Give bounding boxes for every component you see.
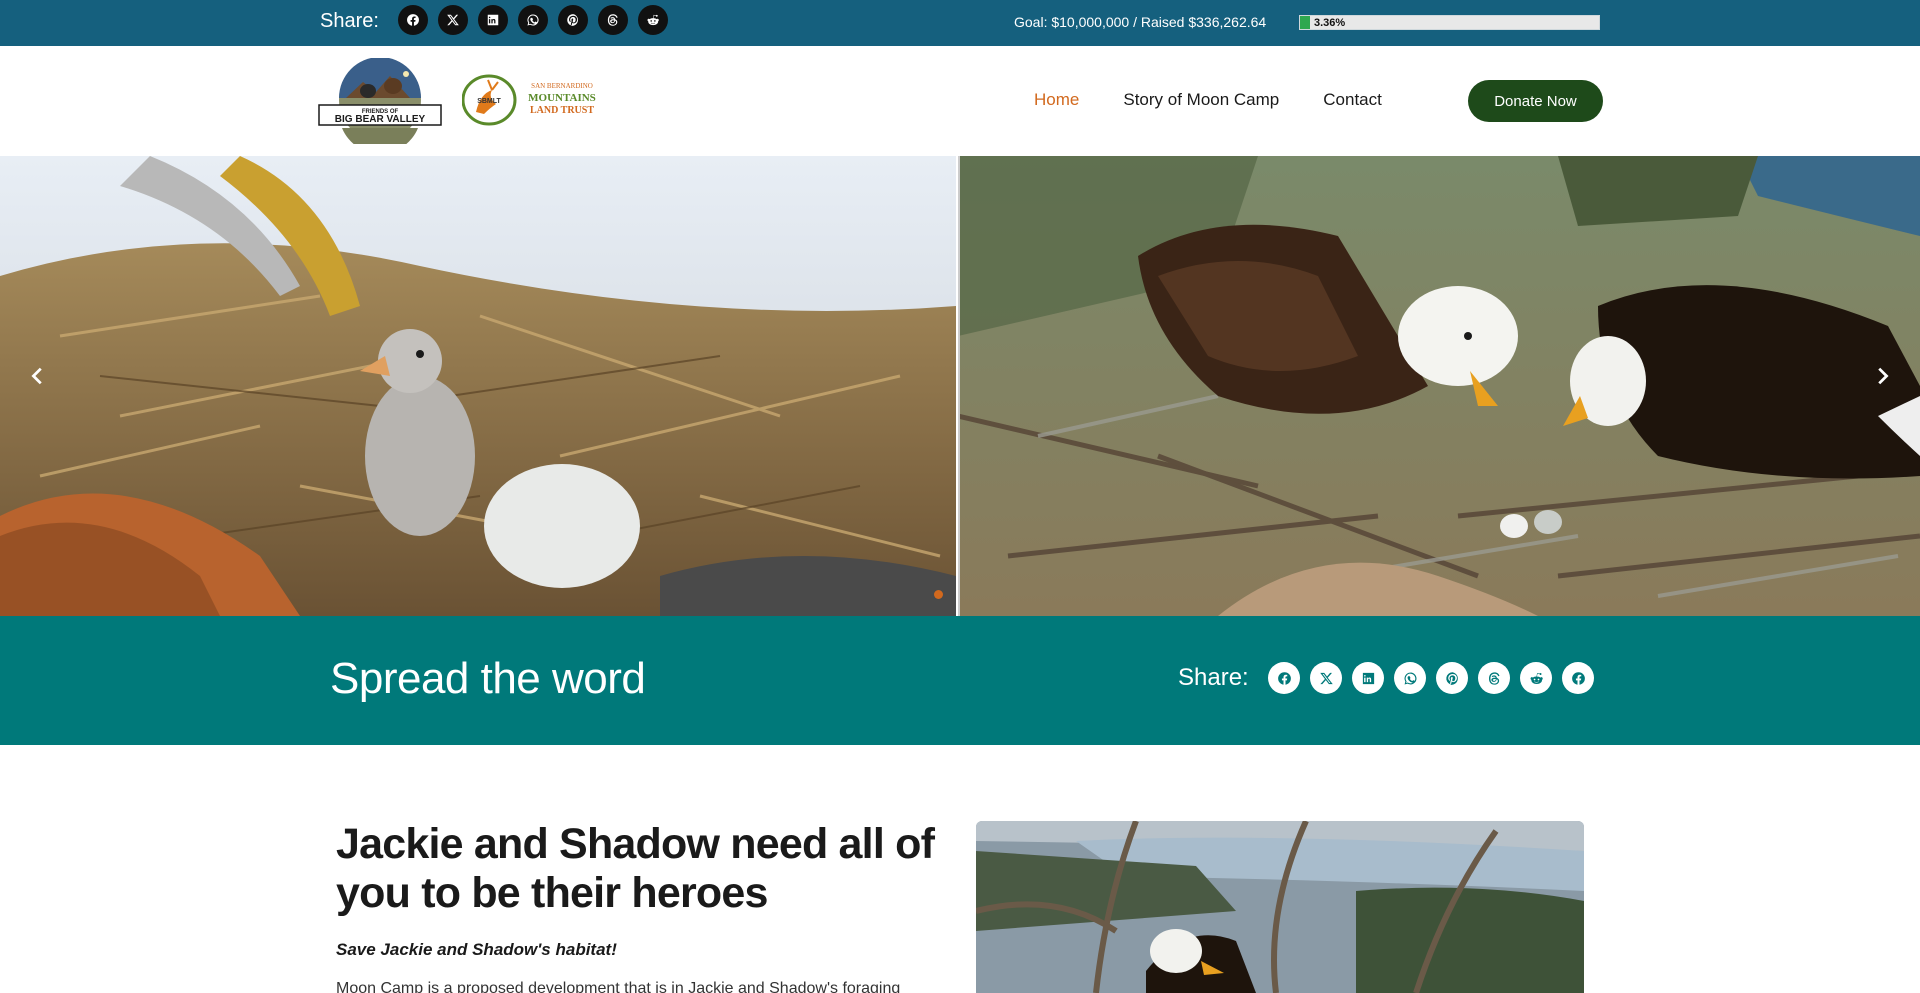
site-header: FRIENDS OF BIG BEAR VALLEY SBMLT SAN BER… [0,46,1920,156]
band-share-icons [1268,662,1594,694]
reddit-icon[interactable] [638,5,668,35]
threads-icon[interactable] [598,5,628,35]
fundraising-progress-bar: 3.36% [1299,15,1600,30]
reddit-icon[interactable] [1520,662,1552,694]
x-icon[interactable] [1310,662,1342,694]
svg-text:SBMLT: SBMLT [477,98,501,105]
top-share-label: Share: [320,10,379,32]
main-nav: Home Story of Moon Camp Contact [1034,90,1382,110]
slider-active-dot[interactable] [934,590,943,599]
hero-slider [0,156,1920,616]
sbmlt-logo[interactable]: SBMLT SAN BERNARDINO MOUNTAINS LAND TRUS… [461,74,612,126]
whatsapp-icon[interactable] [518,5,548,35]
x-icon[interactable] [438,5,468,35]
whatsapp-icon[interactable] [1394,662,1426,694]
section-body-text: Moon Camp is a proposed development that… [336,980,901,993]
svg-text:BIG BEAR VALLEY: BIG BEAR VALLEY [335,114,426,125]
chevron-left-icon [31,367,42,385]
progress-fill [1300,16,1311,29]
spread-the-word-band: Spread the word Share: [0,616,1920,745]
slider-prev-arrow[interactable] [18,356,58,396]
section-heading: Jackie and Shadow need all of you to be … [336,820,935,917]
svg-text:MOUNTAINS: MOUNTAINS [528,92,596,104]
eaglet-and-egg-in-snowy-nest-photo [0,156,956,616]
fundraising-goal-text: Goal: $10,000,000 / Raised $336,262.64 [1014,14,1267,30]
slider-next-arrow[interactable] [1862,356,1902,396]
section-subtitle: Save Jackie and Shadow's habitat! [336,940,617,959]
band-share-label: Share: [1178,664,1249,691]
progress-percent-label: 3.36% [1314,17,1346,29]
top-share-bar: Share: Goal: $10,000,000 / Raised $336,2… [0,0,1920,46]
pinterest-icon[interactable] [1436,662,1468,694]
linkedin-icon[interactable] [478,5,508,35]
facebook-icon[interactable] [398,5,428,35]
facebook-icon[interactable] [1562,662,1594,694]
bald-eagle-at-nest-above-lake-photo [976,821,1584,993]
spread-title: Spread the word [330,654,646,703]
friends-of-big-bear-valley-logo[interactable]: FRIENDS OF BIG BEAR VALLEY [318,57,442,154]
threads-icon[interactable] [1478,662,1510,694]
nav-story-of-moon-camp[interactable]: Story of Moon Camp [1123,90,1279,110]
pinterest-icon[interactable] [558,5,588,35]
svg-text:LAND TRUST: LAND TRUST [530,105,594,116]
donate-now-button[interactable]: Donate Now [1468,80,1603,122]
two-bald-eagles-at-nest-photo [958,156,1920,616]
nav-home[interactable]: Home [1034,90,1079,110]
facebook-icon[interactable] [1268,662,1300,694]
linkedin-icon[interactable] [1352,662,1384,694]
chevron-right-icon [1878,367,1889,385]
top-share-icons [398,5,668,35]
nav-contact[interactable]: Contact [1323,90,1382,110]
svg-text:SAN BERNARDINO: SAN BERNARDINO [531,82,593,90]
